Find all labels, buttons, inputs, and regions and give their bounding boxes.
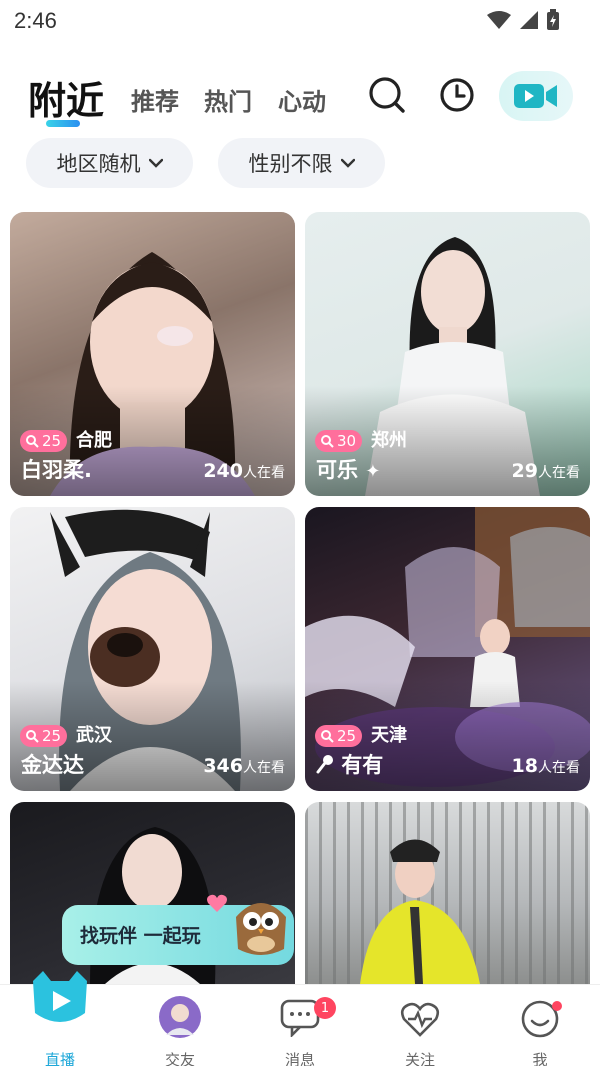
female-icon <box>26 730 39 743</box>
gender-filter-dropdown[interactable]: 性别不限 <box>218 138 385 188</box>
live-room-card[interactable]: 25 天津 有有 18人在看 <box>305 507 590 791</box>
age-value: 25 <box>42 432 62 450</box>
banner-text: 找玩伴 一起玩 <box>80 925 201 947</box>
age-value: 25 <box>337 727 357 745</box>
viewer-suffix: 人在看 <box>538 465 580 481</box>
chevron-down-icon <box>340 158 355 168</box>
history-clock-icon[interactable] <box>438 76 476 114</box>
viewer-number: 346 <box>203 755 243 777</box>
female-icon <box>321 730 334 743</box>
age-badge: 25 <box>20 725 68 747</box>
header: 附近 推荐 热门 心动 <box>0 62 600 132</box>
viewer-count: 240人在看 <box>203 460 285 482</box>
wifi-icon <box>487 11 511 29</box>
female-icon <box>26 435 39 448</box>
streamer-name: 有有 <box>316 749 383 779</box>
streamer-name-text: 可乐 <box>316 458 358 482</box>
status-bar: 2:46 <box>0 0 600 42</box>
age-badge: 30 <box>315 430 363 452</box>
viewer-suffix: 人在看 <box>243 465 285 481</box>
viewer-suffix: 人在看 <box>538 760 580 776</box>
nav-label: 消息 <box>284 1051 315 1066</box>
age-badge: 25 <box>315 725 363 747</box>
viewer-number: 240 <box>203 460 243 482</box>
signal-icon <box>520 11 538 29</box>
live-room-card[interactable]: 30 郑州 可乐 ✦ 29人在看 <box>305 212 590 496</box>
active-tab-indicator <box>46 120 80 127</box>
nav-label: 关注 <box>404 1051 435 1066</box>
battery-icon <box>547 9 559 30</box>
age-value: 25 <box>42 727 62 745</box>
viewer-count: 18人在看 <box>512 755 580 777</box>
live-play-icon <box>33 971 87 1022</box>
chevron-down-icon <box>148 158 163 168</box>
owl-mascot-icon <box>236 903 286 955</box>
microphone-icon <box>316 755 333 774</box>
age-value: 30 <box>337 432 357 450</box>
status-icons <box>486 9 560 31</box>
tab-heartbeat[interactable]: 心动 <box>278 82 326 117</box>
avatar <box>159 996 201 1038</box>
streamer-name: 金达达 <box>21 753 84 777</box>
viewer-number: 29 <box>511 460 538 482</box>
viewer-count: 29人在看 <box>512 460 580 482</box>
bottom-navigation: 直播 交友 1 消息 关注 我 <box>0 971 600 1066</box>
streamer-thumbnail <box>305 802 590 984</box>
find-playmate-banner[interactable]: 找玩伴 一起玩 <box>62 894 294 965</box>
heart-icon <box>207 894 227 912</box>
nav-label: 交友 <box>164 1051 195 1066</box>
streamer-name-text: 有有 <box>341 753 384 777</box>
search-icon[interactable] <box>368 76 406 114</box>
viewer-suffix: 人在看 <box>243 760 285 776</box>
streamer-name: 白羽柔. <box>21 458 92 482</box>
unread-badge: 1 <box>314 997 336 1019</box>
city-label: 武汉 <box>76 725 112 746</box>
video-camera-icon <box>514 84 557 108</box>
streamer-name: 可乐 ✦ <box>316 454 380 484</box>
go-live-button[interactable] <box>499 71 573 121</box>
pinwheel-icon: ✦ <box>365 461 381 482</box>
status-time: 2:46 <box>14 8 57 33</box>
gender-filter-label: 性别不限 <box>248 152 333 176</box>
heart-pulse-icon <box>400 1002 440 1037</box>
live-room-card[interactable]: 25 合肥 白羽柔. 240人在看 <box>10 212 295 496</box>
region-filter-label: 地区随机 <box>56 152 141 176</box>
nav-label: 直播 <box>44 1051 75 1066</box>
city-label: 郑州 <box>371 430 407 451</box>
tab-hot[interactable]: 热门 <box>204 82 252 117</box>
viewer-number: 18 <box>511 755 538 777</box>
city-label: 天津 <box>371 725 407 746</box>
region-filter-dropdown[interactable]: 地区随机 <box>26 138 193 188</box>
female-icon <box>321 435 334 448</box>
notification-dot <box>552 1001 562 1011</box>
live-room-card[interactable]: 25 武汉 金达达 346人在看 <box>10 507 295 791</box>
age-badge: 25 <box>20 430 68 452</box>
tab-recommend[interactable]: 推荐 <box>131 82 179 117</box>
tab-nearby[interactable]: 附近 <box>28 70 104 125</box>
city-label: 合肥 <box>76 430 112 451</box>
nav-label: 我 <box>532 1051 548 1066</box>
live-room-card[interactable] <box>305 802 590 984</box>
viewer-count: 346人在看 <box>203 755 285 777</box>
